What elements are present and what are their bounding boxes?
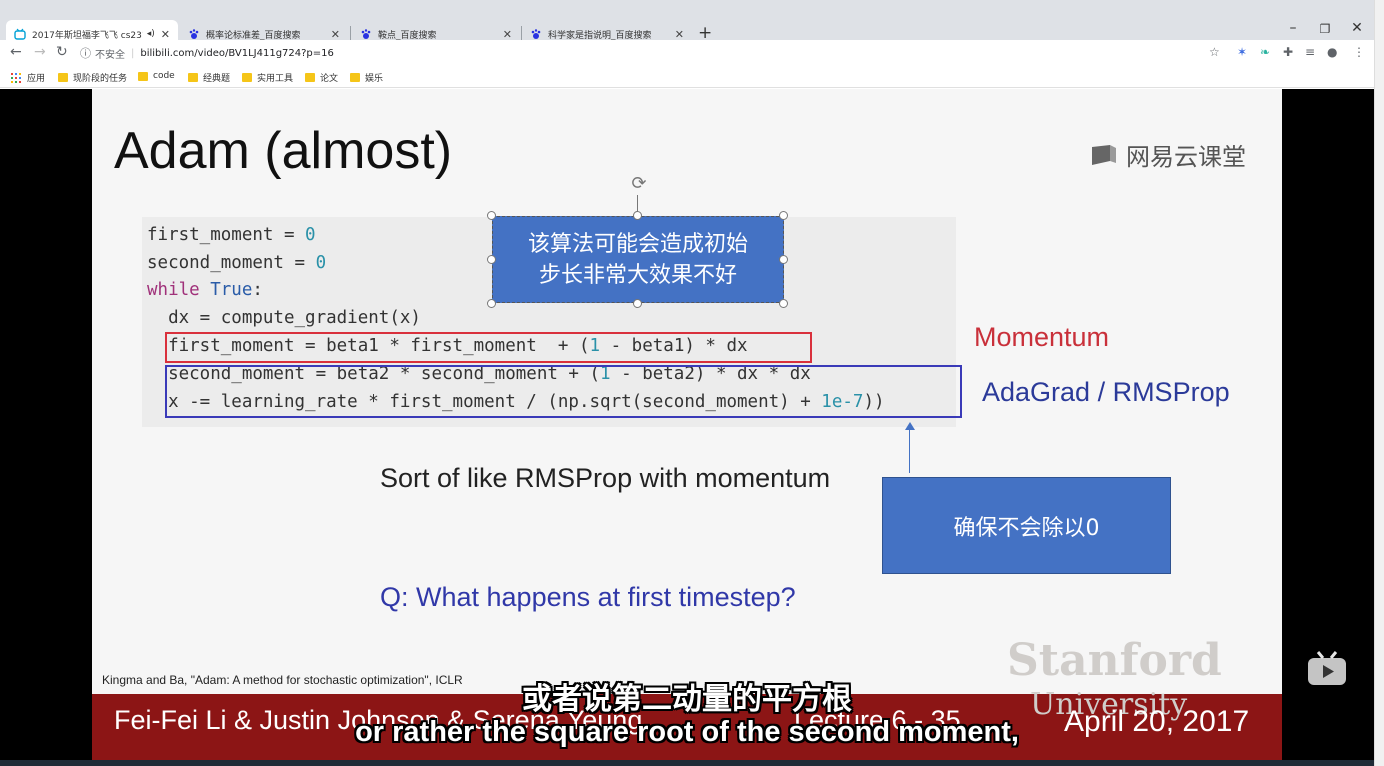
momentum-label: Momentum bbox=[974, 322, 1110, 352]
reload-icon[interactable]: ↻ bbox=[56, 44, 68, 60]
resize-handle[interactable] bbox=[779, 211, 788, 220]
resize-handle[interactable] bbox=[779, 255, 788, 264]
forward-arrow-icon[interactable]: → bbox=[34, 44, 46, 60]
annotation-textbox[interactable]: 该算法可能会造成初始 步长非常大效果不好 bbox=[492, 216, 784, 303]
window-scrollbar[interactable] bbox=[1374, 0, 1384, 766]
bookmark-label: 应用 bbox=[27, 74, 46, 84]
adagrad-label: AdaGrad / RMSProp bbox=[982, 377, 1230, 407]
momentum-highlight-box bbox=[165, 332, 812, 363]
minimize-button[interactable]: – bbox=[1278, 20, 1308, 36]
baidu-paw-icon bbox=[530, 28, 542, 40]
textbox-line: 步长非常大效果不好 bbox=[538, 263, 737, 288]
code-line: first_moment = 0 bbox=[147, 225, 316, 245]
address-bar[interactable]: ⓘ 不安全 | bilibili.com/video/BV1LJ411g724?… bbox=[80, 43, 1230, 63]
browser-window: 2017年斯坦福李飞飞 cs231 ◂) ✕ 概率论标准差_百度搜索 ✕ 鞍点_… bbox=[0, 0, 1384, 766]
netease-logo-icon bbox=[1090, 143, 1118, 167]
folder-icon bbox=[305, 73, 315, 82]
back-arrow-icon[interactable]: ← bbox=[10, 44, 22, 60]
close-tab-icon[interactable]: ✕ bbox=[331, 28, 340, 41]
brand-watermark: 网易云课堂 bbox=[1090, 137, 1246, 172]
slide-title: Adam (almost) bbox=[114, 122, 453, 180]
profile-avatar-icon[interactable]: ● bbox=[1327, 45, 1337, 59]
menu-kebab-icon[interactable]: ⋮ bbox=[1353, 45, 1365, 59]
extension-leaf-icon[interactable]: ❧ bbox=[1260, 45, 1270, 59]
divider: | bbox=[131, 47, 135, 59]
close-window-button[interactable]: ✕ bbox=[1342, 20, 1372, 36]
bookmark-label: code bbox=[153, 71, 175, 81]
bookmark-label: 经典题 bbox=[203, 74, 231, 84]
textbox-line: 该算法可能会造成初始 bbox=[527, 232, 748, 257]
bookmark-folder[interactable]: 现阶段的任务 bbox=[58, 71, 127, 84]
info-icon[interactable]: ⓘ bbox=[80, 45, 91, 61]
baidu-paw-icon bbox=[188, 28, 200, 40]
code-line: while True: bbox=[147, 280, 263, 300]
close-tab-icon[interactable]: ✕ bbox=[503, 28, 512, 41]
code-line: dx = compute_gradient(x) bbox=[147, 308, 421, 328]
bookmark-folder[interactable]: 论文 bbox=[305, 71, 338, 84]
arrow-head-icon bbox=[905, 422, 915, 430]
folder-icon bbox=[138, 71, 148, 81]
bookmarks-bar: 应用 现阶段的任务 code 经典题 实用工具 论文 娱乐 bbox=[0, 66, 1374, 88]
bookmark-label: 实用工具 bbox=[257, 74, 294, 84]
apps-grid-icon bbox=[11, 72, 21, 83]
bookmark-folder[interactable]: 实用工具 bbox=[242, 71, 293, 84]
browser-toolbar: ← → ↻ ⓘ 不安全 | bilibili.com/video/BV1LJ41… bbox=[0, 40, 1374, 66]
bookmark-apps[interactable]: 应用 bbox=[11, 71, 45, 84]
tab-strip: 2017年斯坦福李飞飞 cs231 ◂) ✕ 概率论标准差_百度搜索 ✕ 鞍点_… bbox=[0, 0, 1374, 48]
folder-icon bbox=[58, 73, 68, 82]
taskbar bbox=[0, 760, 1374, 766]
media-queue-icon[interactable]: ≡ bbox=[1305, 45, 1315, 59]
resize-handle[interactable] bbox=[487, 211, 496, 220]
bookmark-folder[interactable]: code bbox=[138, 71, 175, 81]
resize-handle[interactable] bbox=[487, 299, 496, 308]
subtitle-chinese: 或者说第二动量的平方根 bbox=[522, 682, 852, 717]
tab-title: 鞍点_百度搜索 bbox=[378, 30, 437, 41]
close-tab-icon[interactable]: ✕ bbox=[161, 28, 170, 41]
resize-handle[interactable] bbox=[487, 255, 496, 264]
rotate-handle-icon[interactable]: ⟳ bbox=[628, 173, 650, 195]
bilibili-tv-icon[interactable] bbox=[1306, 651, 1348, 687]
bookmark-label: 现阶段的任务 bbox=[73, 74, 128, 84]
tab-title: 科学家是指说明_百度搜索 bbox=[548, 30, 652, 41]
close-tab-icon[interactable]: ✕ bbox=[675, 28, 684, 41]
bookmark-label: 娱乐 bbox=[365, 74, 384, 84]
tab-title: 概率论标准差_百度搜索 bbox=[206, 30, 301, 41]
baidu-paw-icon bbox=[360, 28, 372, 40]
url-text: bilibili.com/video/BV1LJ411g724?p=16 bbox=[140, 47, 334, 59]
restore-button[interactable]: ❐ bbox=[1310, 22, 1340, 36]
resize-handle[interactable] bbox=[633, 299, 642, 308]
bookmark-folder[interactable]: 娱乐 bbox=[350, 71, 383, 84]
bookmark-star-icon[interactable]: ☆ bbox=[1209, 45, 1220, 59]
lecture-slide: Adam (almost) 网易云课堂 first_moment = 0 sec… bbox=[92, 89, 1282, 760]
folder-icon bbox=[242, 73, 252, 82]
resize-handle[interactable] bbox=[779, 299, 788, 308]
subtitle-english: or rather the square root of the second … bbox=[355, 716, 1019, 748]
tab-title: 2017年斯坦福李飞飞 cs231 bbox=[32, 30, 143, 41]
video-player[interactable]: Adam (almost) 网易云课堂 first_moment = 0 sec… bbox=[0, 89, 1374, 760]
bookmark-folder[interactable]: 经典题 bbox=[188, 71, 230, 84]
adagrad-highlight-box bbox=[165, 365, 962, 418]
folder-icon bbox=[350, 73, 360, 82]
audio-icon[interactable]: ◂) bbox=[147, 29, 155, 39]
slide-question: Q: What happens at first timestep? bbox=[380, 582, 796, 612]
security-label: 不安全 bbox=[95, 49, 125, 61]
slide-note: Sort of like RMSProp with momentum bbox=[380, 463, 831, 493]
bookmark-label: 论文 bbox=[320, 74, 339, 84]
resize-handle[interactable] bbox=[633, 211, 642, 220]
extensions-puzzle-icon[interactable]: ✚ bbox=[1283, 45, 1293, 59]
bilibili-tv-icon bbox=[14, 28, 26, 40]
folder-icon bbox=[188, 73, 198, 82]
code-line: second_moment = 0 bbox=[147, 253, 327, 273]
extension-bird-icon[interactable]: ✶ bbox=[1237, 45, 1247, 59]
callout-arrow bbox=[909, 429, 910, 473]
annotation-callout[interactable]: 确保不会除以0 bbox=[882, 477, 1171, 574]
brand-text: 网易云课堂 bbox=[1126, 143, 1246, 171]
